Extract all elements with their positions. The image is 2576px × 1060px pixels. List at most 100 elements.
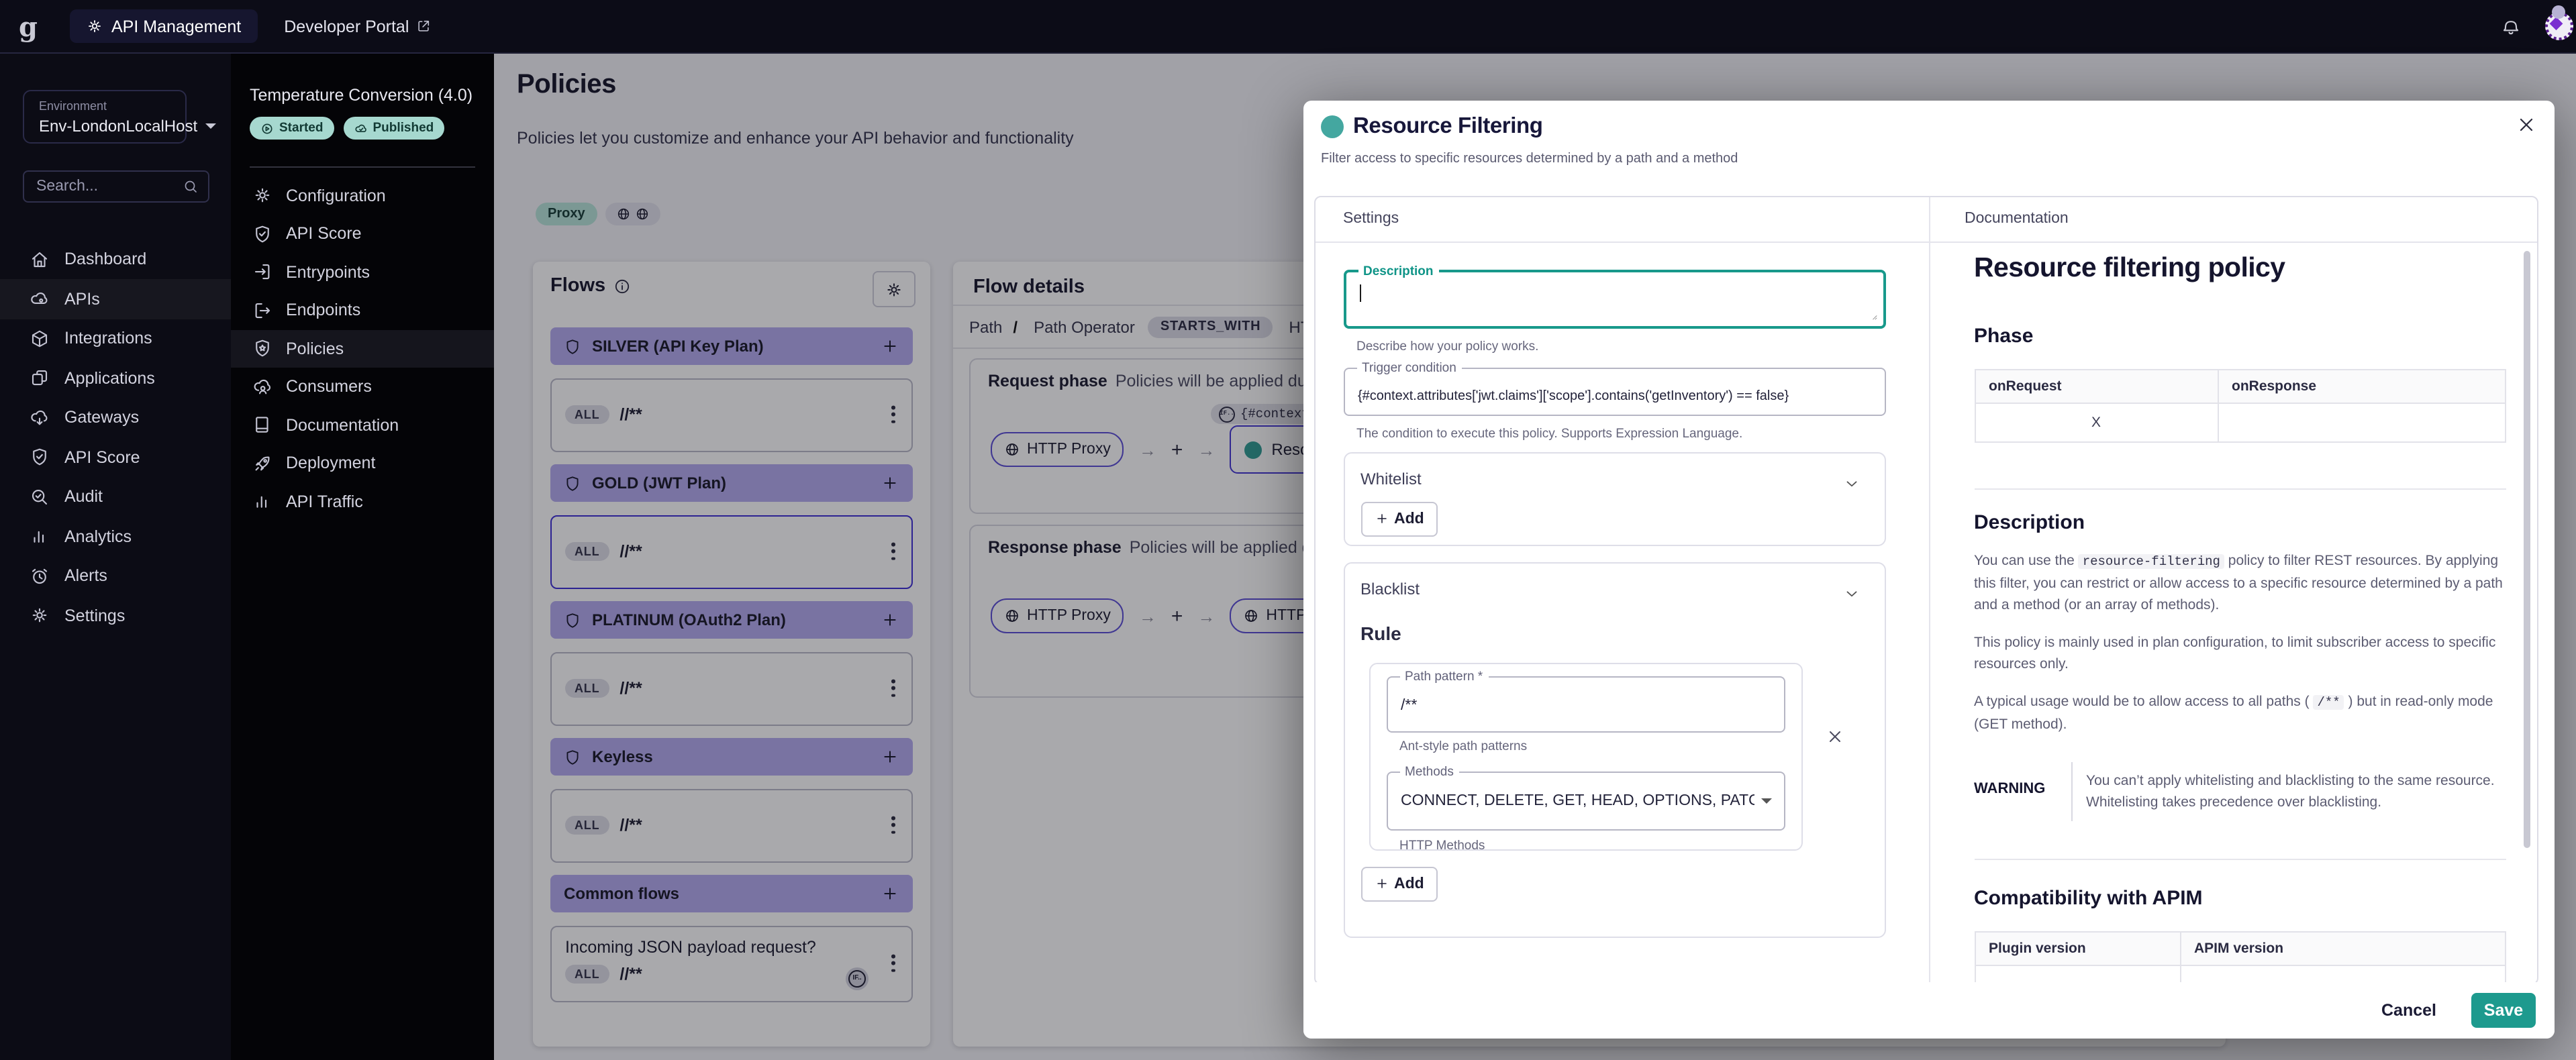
api-nav-label: API Score [286, 225, 362, 244]
methods-select[interactable]: Methods CONNECT, DELETE, GET, HEAD, OPTI… [1386, 771, 1785, 830]
sidebar-item-apis[interactable]: APIs [0, 279, 231, 319]
api-nav-label: API Traffic [286, 492, 363, 511]
doc-paragraph: A typical usage would be to allow access… [1974, 690, 2506, 735]
api-nav-label: Deployment [286, 454, 375, 473]
notifications-button[interactable] [2501, 16, 2521, 36]
api-management-label: API Management [111, 17, 241, 36]
whitelist-add-button[interactable]: Add [1360, 501, 1438, 536]
api-nav-api-traffic[interactable]: API Traffic [231, 482, 494, 521]
text-cursor [1359, 284, 1360, 301]
doc-compat-heading: Compatibility with APIM [1974, 886, 2506, 909]
sidebar-item-dashboard[interactable]: Dashboard [0, 240, 231, 279]
methods-value: CONNECT, DELETE, GET, HEAD, OPTIONS, PAT… [1401, 792, 1754, 808]
path-pattern-field[interactable]: Path pattern * /** [1386, 676, 1785, 732]
developer-portal-label: Developer Portal [284, 17, 409, 36]
cloud-arrow-icon [30, 408, 50, 428]
phase-col-onrequest: onRequest [1975, 369, 2218, 403]
chevron-down-icon[interactable] [1842, 584, 1860, 602]
sidebar-item-label: API Score [64, 448, 140, 467]
api-nav-consumers[interactable]: Consumers [231, 368, 494, 406]
chevron-down-icon [205, 123, 216, 129]
api-nav-endpoints[interactable]: Endpoints [231, 291, 494, 329]
chevron-down-icon[interactable] [1842, 474, 1860, 492]
sidebar-item-label: Dashboard [64, 250, 146, 269]
trigger-condition-hint: The condition to execute this policy. Su… [1356, 426, 1742, 441]
shield-star-icon [252, 339, 273, 359]
plus-icon [1374, 511, 1389, 526]
phase-onrequest-mark: X [1975, 403, 2218, 441]
bar-chart-icon [252, 492, 273, 512]
sidebar-item-analytics[interactable]: Analytics [0, 517, 231, 556]
sidebar-item-applications[interactable]: Applications [0, 358, 231, 398]
sidebar-search [23, 170, 209, 203]
bar-chart-icon [30, 527, 50, 547]
cancel-button[interactable]: Cancel [2373, 1000, 2444, 1021]
whitelist-label: Whitelist [1360, 469, 1422, 488]
doc-paragraph: This policy is mainly used in plan confi… [1974, 631, 2506, 674]
environment-label: Environment [39, 99, 185, 113]
api-nav-label: Endpoints [286, 301, 360, 320]
methods-hint: HTTP Methods [1399, 838, 1485, 853]
sidebar-item-api-score[interactable]: API Score [0, 437, 231, 477]
status-badge-published: Published [343, 117, 444, 140]
top-bar: g API Management Developer Portal [0, 0, 2576, 54]
cube-icon [30, 329, 50, 349]
sidebar-item-label: Gateways [64, 409, 139, 427]
api-nav-label: Entrypoints [286, 263, 370, 282]
whitelist-panel: Whitelist Add [1343, 452, 1885, 545]
sidebar-item-audit[interactable]: Audit [0, 477, 231, 517]
sidebar-item-alerts[interactable]: Alerts [0, 556, 231, 596]
dialog-subtitle: Filter access to specific resources dete… [1321, 152, 1738, 166]
api-nav-configuration[interactable]: Configuration [231, 176, 494, 215]
gear-icon [30, 606, 50, 626]
search-input[interactable] [34, 177, 183, 196]
close-button[interactable] [2516, 114, 2537, 136]
doc-paragraph: You can use the resource-filtering polic… [1974, 549, 2506, 615]
avatar-badge [2552, 5, 2565, 19]
api-title: Temperature Conversion (4.0) [250, 86, 473, 105]
cloud-check-icon [354, 121, 367, 135]
compatibility-table: Plugin version APIM version [1974, 931, 2506, 984]
save-button[interactable]: Save [2471, 993, 2536, 1028]
api-sidebar: Temperature Conversion (4.0) Started Pub… [231, 52, 494, 1060]
api-nav: Configuration API Score Entrypoints Endp… [231, 176, 494, 521]
sidebar-item-gateways[interactable]: Gateways [0, 398, 231, 437]
doc-phase-heading: Phase [1974, 324, 2506, 347]
developer-portal-link[interactable]: Developer Portal [284, 17, 430, 36]
api-management-switcher[interactable]: API Management [70, 9, 257, 43]
api-nav-api-score[interactable]: API Score [231, 215, 494, 253]
api-nav-label: Policies [286, 339, 344, 358]
api-nav-entrypoints[interactable]: Entrypoints [231, 253, 494, 291]
documentation-pane: Resource filtering policy Phase onReques… [1974, 252, 2506, 984]
sidebar-item-settings[interactable]: Settings [0, 596, 231, 635]
sidebar-item-integrations[interactable]: Integrations [0, 319, 231, 358]
trigger-condition-field[interactable]: Trigger condition {#context.attributes['… [1343, 367, 1885, 415]
gear-icon [86, 17, 103, 35]
api-nav-label: Documentation [286, 416, 399, 435]
description-field[interactable]: Description [1343, 269, 1885, 328]
status-badge-started: Started [250, 117, 334, 140]
select-caret-icon [1761, 798, 1771, 803]
path-pattern-label: Path pattern * [1399, 669, 1488, 684]
tab-settings: Settings [1343, 197, 1399, 241]
compat-col-plugin: Plugin version [1975, 931, 2180, 965]
remove-rule-button[interactable] [1825, 727, 1844, 745]
bell-icon [2501, 16, 2521, 36]
blacklist-add-button[interactable]: Add [1360, 866, 1438, 901]
environment-select[interactable]: Environment Env-LondonLocalHost [23, 90, 187, 144]
phase-table: onRequest onResponse X [1974, 368, 2506, 442]
description-label: Description [1358, 264, 1439, 278]
shield-check-icon [252, 224, 273, 244]
api-nav-policies[interactable]: Policies [231, 329, 494, 368]
path-pattern-value: /** [1401, 697, 1417, 713]
api-nav-deployment[interactable]: Deployment [231, 444, 494, 482]
doc-scrollbar[interactable] [2523, 250, 2530, 847]
resize-handle-icon[interactable] [1867, 309, 1877, 320]
cloud-icon [30, 289, 50, 309]
search-check-icon [30, 487, 50, 507]
gear-icon [252, 186, 273, 206]
tab-documentation: Documentation [1965, 197, 2069, 241]
api-nav-documentation[interactable]: Documentation [231, 406, 494, 444]
divider [1974, 488, 2506, 489]
compat-col-apim: APIM version [2180, 931, 2505, 965]
